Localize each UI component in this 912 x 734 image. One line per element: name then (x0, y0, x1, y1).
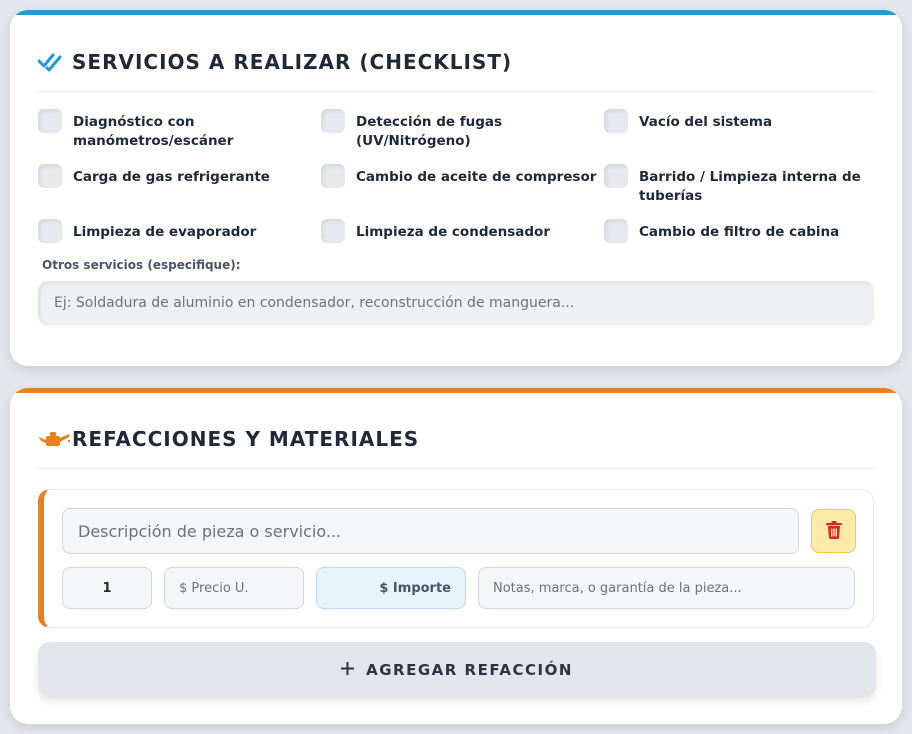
plus-icon (341, 661, 355, 678)
part-amount-input[interactable] (316, 567, 466, 609)
checklist-item[interactable]: Barrido / Limpieza interna de tuberías (604, 163, 878, 218)
oil-can-icon (38, 430, 72, 448)
checkbox[interactable] (604, 109, 628, 133)
checkbox[interactable] (38, 109, 62, 133)
checklist-item-label: Cambio de aceite de compresor (356, 169, 597, 185)
parts-header: REFACCIONES Y MATERIALES (38, 409, 874, 469)
checklist-item-label: Limpieza de condensador (356, 224, 550, 240)
checklist-item[interactable]: Limpieza de condensador (321, 218, 604, 273)
part-notes-input[interactable] (478, 567, 855, 609)
part-row (38, 489, 874, 628)
add-part-label: AGREGAR REFACCIÓN (366, 660, 573, 679)
checklist-item[interactable]: Cambio de filtro de cabina (604, 218, 878, 273)
parts-accent-bar (10, 388, 902, 393)
part-description-input[interactable] (62, 508, 799, 554)
checkbox[interactable] (321, 109, 345, 133)
parts-title: REFACCIONES Y MATERIALES (72, 426, 420, 451)
checklist-item[interactable]: Vacío del sistema (604, 108, 878, 163)
checkbox[interactable] (321, 164, 345, 188)
checklist-item-label: Diagnóstico con manómetros/escáner (73, 114, 234, 149)
other-services-input[interactable] (38, 281, 874, 325)
checklist-item-label: Vacío del sistema (639, 114, 773, 130)
services-header: SERVICIOS A REALIZAR (CHECKLIST) (38, 32, 874, 92)
checklist-item-label: Limpieza de evaporador (73, 224, 257, 240)
checklist-item[interactable]: Cambio de aceite de compresor (321, 163, 604, 218)
services-card: SERVICIOS A REALIZAR (CHECKLIST) Diagnós… (10, 10, 902, 366)
services-accent-bar (10, 10, 902, 15)
trash-icon (825, 520, 842, 542)
checkbox[interactable] (604, 219, 628, 243)
service-checklist: Diagnóstico con manómetros/escáner Detec… (38, 108, 878, 273)
checklist-item[interactable]: Carga de gas refrigerante (38, 163, 321, 218)
checkbox[interactable] (321, 219, 345, 243)
double-check-icon (38, 52, 72, 72)
checklist-item-label: Cambio de filtro de cabina (639, 224, 840, 240)
checkbox[interactable] (604, 164, 628, 188)
part-unit-price-input[interactable] (164, 567, 304, 609)
parts-card: REFACCIONES Y MATERIALES Descripción de … (10, 388, 902, 724)
checklist-item-label: Carga de gas refrigerante (73, 169, 270, 185)
add-part-button[interactable]: AGREGAR REFACCIÓN (38, 642, 876, 697)
checklist-item-label: Barrido / Limpieza interna de tuberías (639, 169, 861, 204)
delete-part-button[interactable] (811, 509, 856, 553)
part-quantity-input[interactable] (62, 567, 152, 609)
checklist-item[interactable]: Detección de fugas (UV/Nitrógeno) (321, 108, 604, 163)
checklist-item[interactable]: Diagnóstico con manómetros/escáner (38, 108, 321, 163)
checkbox[interactable] (38, 164, 62, 188)
checklist-item-label: Detección de fugas (UV/Nitrógeno) (356, 114, 503, 149)
other-services-label: Otros servicios (especifique): (42, 258, 241, 272)
checkbox[interactable] (38, 219, 62, 243)
services-title: SERVICIOS A REALIZAR (CHECKLIST) (72, 49, 513, 74)
